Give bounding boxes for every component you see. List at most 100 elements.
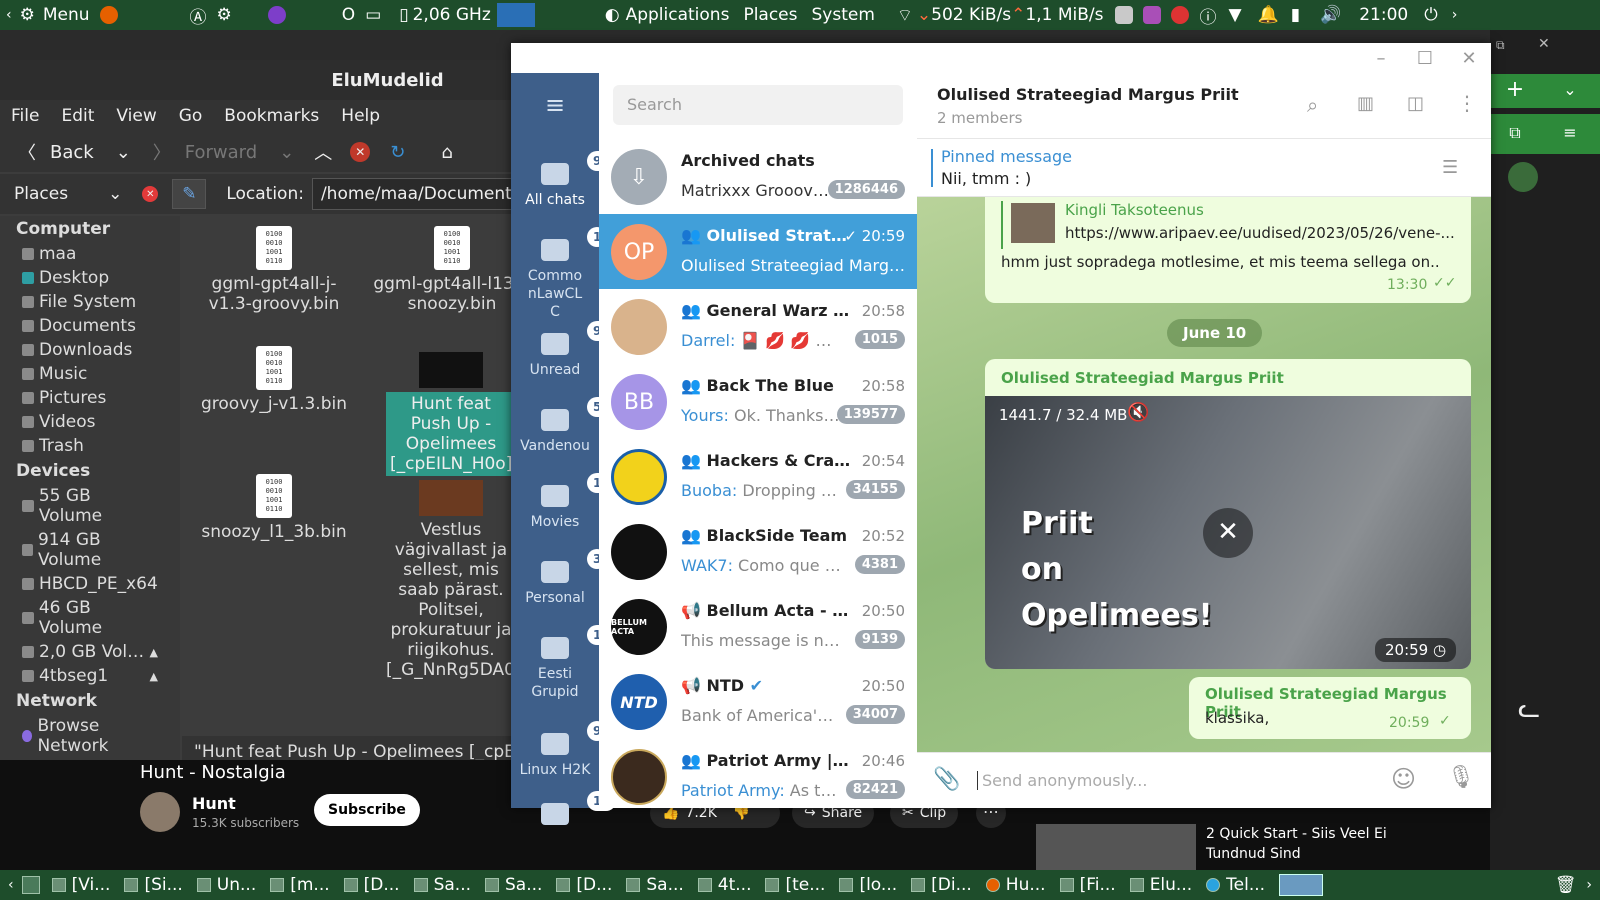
info-icon[interactable]: ⓘ <box>1199 3 1216 28</box>
places-dropdown[interactable]: Places <box>14 184 68 204</box>
stop-icon[interactable]: ✕ <box>350 142 371 162</box>
close-icon[interactable]: ✕ <box>1447 48 1491 69</box>
back-dropdown-icon[interactable]: ⌄ <box>116 142 131 163</box>
taskbar-item[interactable]: [m... <box>270 875 330 895</box>
message-link-preview[interactable]: Kingli Taksoteenus https://www.aripaev.e… <box>985 197 1471 303</box>
forward-button[interactable]: Forward <box>185 142 257 163</box>
search-icon[interactable]: ⌕ <box>1307 93 1318 117</box>
extension-icon[interactable]: ⧉ <box>1490 114 1540 154</box>
up-icon[interactable]: ︿ <box>314 139 332 165</box>
chat-item-archived[interactable]: ⇩ Archived chats Matrixxx Grooove... 128… <box>599 139 917 214</box>
forward-dropdown-icon[interactable]: ⌄ <box>279 142 294 163</box>
sidebar-item-trash[interactable]: Trash <box>0 434 180 458</box>
app-icon-a[interactable]: Ⓐ <box>190 3 207 28</box>
taskbar-item[interactable]: Sa... <box>413 875 471 895</box>
new-tab-icon[interactable]: + <box>1490 74 1540 108</box>
link-url[interactable]: https://www.aripaev.ee/uudised/2023/05/2… <box>1065 224 1455 242</box>
hamburger-icon[interactable]: ≡ <box>511 91 599 119</box>
edit-location-icon[interactable]: ✎ <box>172 179 207 209</box>
taskbar-item[interactable]: 4t... <box>697 875 751 895</box>
chat-item-hackers[interactable]: 👥 Hackers & Cracker... 20:54 Buoba: Drop… <box>599 439 917 514</box>
taskbar-item-active[interactable]: Tel... <box>1206 875 1265 895</box>
applications-menu[interactable]: Applications <box>626 5 730 25</box>
close-icon[interactable]: ✕ <box>1538 36 1550 52</box>
emoji-icon[interactable]: ☺ <box>1391 765 1416 793</box>
home-icon[interactable]: ⌂ <box>441 142 452 163</box>
message-video[interactable]: Olulised Strateegiad Margus Priit 1441.7… <box>985 359 1471 669</box>
taskbar-item[interactable]: Sa... <box>626 875 684 895</box>
cancel-download-icon[interactable]: ✕ <box>1203 508 1253 558</box>
menu-button[interactable]: Menu <box>43 5 90 25</box>
folder-personal[interactable]: 3 Personal <box>511 549 608 607</box>
chat-item-blackside[interactable]: 👥 BlackSide Team 20:52 WAK7: Como que ti… <box>599 514 917 589</box>
taskbar-item[interactable]: [D... <box>343 875 400 895</box>
workspace-switcher[interactable] <box>1279 874 1324 896</box>
globe-icon[interactable] <box>1508 162 1538 192</box>
chat-title[interactable]: Olulised Strateegiad Margus Priit <box>937 85 1239 104</box>
folder-vandenou[interactable]: 57 Vandenou <box>511 397 616 455</box>
bell-icon[interactable]: 🔔 <box>1258 5 1279 25</box>
menu-view[interactable]: View <box>116 106 156 126</box>
file-item[interactable]: 0100 0010 1001 0110 snoozy_l1_3b.bin <box>194 474 354 542</box>
right-arrow-icon[interactable]: › <box>1452 7 1458 23</box>
eject-icon[interactable]: ▲ <box>150 646 158 659</box>
power-icon[interactable]: ⏻ <box>1424 5 1437 25</box>
hamburger-icon[interactable]: ≡ <box>1540 114 1600 154</box>
wifi-icon[interactable]: ▼ <box>1228 5 1241 25</box>
location-input[interactable]: /home/maa/Documents <box>311 178 512 210</box>
folder-unread[interactable]: 99+ Unread <box>511 321 626 379</box>
left-arrow-icon[interactable]: ‹ <box>6 7 12 23</box>
vpn-icon[interactable] <box>1171 6 1190 24</box>
tab-list-icon[interactable]: ⌄ <box>1540 74 1600 108</box>
left-arrow-icon[interactable]: ‹ <box>8 877 14 893</box>
folder-linux-h2k[interactable]: 9 Linux H2K <box>511 721 608 779</box>
firefox-icon[interactable] <box>99 6 118 24</box>
maximize-icon[interactable]: ☐ <box>1403 48 1447 69</box>
side-video-thumbnail[interactable] <box>1036 824 1196 870</box>
taskbar-item[interactable]: [Si... <box>124 875 183 895</box>
places-menu[interactable]: Places <box>743 5 797 25</box>
right-arrow-icon[interactable]: › <box>1586 877 1592 893</box>
sidebar-item-pictures[interactable]: Pictures <box>0 386 180 410</box>
terminal-icon[interactable]: ▭ <box>365 5 381 25</box>
sidebar-item-device[interactable]: 46 GB Volume <box>0 596 180 640</box>
taskbar-item[interactable]: Sa... <box>485 875 542 895</box>
voice-chat-icon[interactable]: ▥ <box>1357 93 1374 114</box>
folder-eesti-grupid[interactable]: 10 Eesti Grupid <box>511 625 616 701</box>
volume-icon[interactable]: 🔊 <box>1320 5 1341 25</box>
sidebar-item-device[interactable]: HBCD_PE_x64 <box>0 572 180 596</box>
channel-name[interactable]: Hunt <box>192 794 236 813</box>
reload-icon[interactable]: ↻ <box>390 142 405 163</box>
chat-item-olulised[interactable]: OP 👥 Olulised Strate... ✓ 20:59 Olulised… <box>599 214 917 289</box>
taskbar-item[interactable]: [Fi... <box>1059 875 1116 895</box>
subscribe-button[interactable]: Subscribe <box>314 794 420 826</box>
show-desktop-icon[interactable] <box>21 876 40 894</box>
forward-arrow-icon[interactable]: 〉 <box>153 139 171 165</box>
pinned-bar[interactable]: Pinned message Nii, tmm : ) ☰ <box>917 139 1491 197</box>
message-input[interactable]: Send anonymously... <box>977 771 1147 790</box>
cat-icon[interactable]: ᓚ <box>1518 694 1540 724</box>
system-menu[interactable]: System <box>812 5 875 25</box>
sidebar-item-home[interactable]: maa <box>0 242 180 266</box>
folder-movies[interactable]: 12 Movies <box>511 473 616 531</box>
menu-help[interactable]: Help <box>341 106 380 126</box>
minimize-icon[interactable]: – <box>1359 48 1403 69</box>
video-icon[interactable] <box>1143 6 1162 24</box>
pin-list-icon[interactable]: ☰ <box>1442 157 1458 178</box>
search-input[interactable]: Search <box>613 85 903 125</box>
taskbar-item[interactable]: Hu... <box>985 875 1046 895</box>
chat-item-ntd[interactable]: NTD 📢 NTD ✔ 20:50 Bank of America's C...… <box>599 664 917 739</box>
taskbar-item[interactable]: [Vi... <box>51 875 110 895</box>
sidebar-item-documents[interactable]: Documents <box>0 314 180 338</box>
settings-icon[interactable]: ⚙ <box>217 5 232 25</box>
sidebar-toggle-icon[interactable]: ◫ <box>1407 93 1424 114</box>
sidebar-item-videos[interactable]: Videos <box>0 410 180 434</box>
files-icon[interactable] <box>1115 6 1134 24</box>
chat-item-general-warz[interactable]: 👥 General Warz Chat 20:58 Darrel: 🎴 💋 💋 … <box>599 289 917 364</box>
clock[interactable]: 21:00 <box>1359 5 1408 25</box>
folder-commonlawclc[interactable]: 1 CommonLawCLC <box>511 227 608 321</box>
sidebar-item-music[interactable]: Music <box>0 362 180 386</box>
channel-avatar[interactable] <box>140 792 180 832</box>
taskbar-item[interactable]: [lo... <box>839 875 897 895</box>
folder-all-chats[interactable]: 99+ All chats <box>511 151 626 209</box>
